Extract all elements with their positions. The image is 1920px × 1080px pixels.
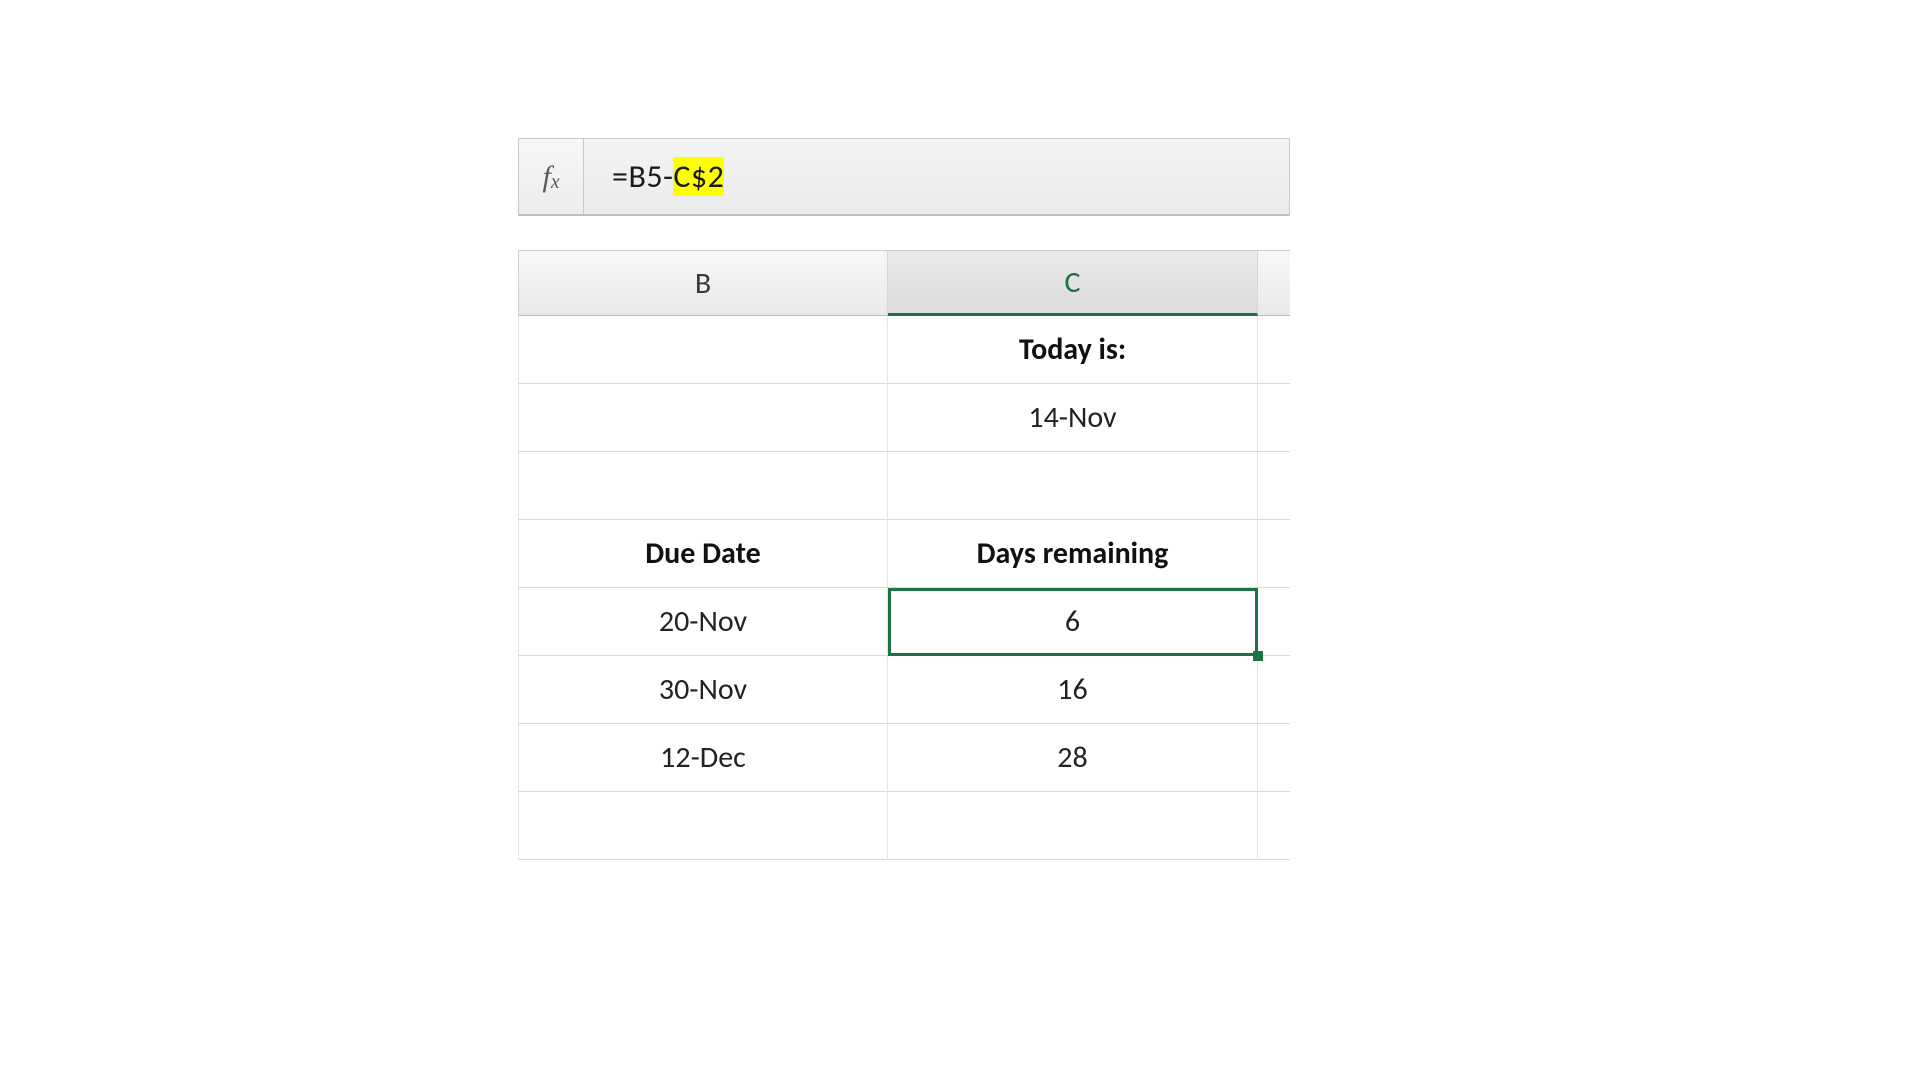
cell-B6[interactable]: 30-Nov xyxy=(518,656,888,724)
formula-prefix: =B5- xyxy=(612,157,673,196)
cell-C8[interactable] xyxy=(888,792,1258,860)
cell-B3[interactable] xyxy=(518,452,888,520)
cell-stub-7 xyxy=(1258,724,1290,792)
fill-handle[interactable] xyxy=(1253,651,1263,661)
cell-B4[interactable]: Due Date xyxy=(518,520,888,588)
cell-C1[interactable]: Today is: xyxy=(888,316,1258,384)
cell-C4-value: Days remaining xyxy=(977,535,1169,572)
cell-B5-value: 20-Nov xyxy=(659,603,747,640)
cell-B7[interactable]: 12-Dec xyxy=(518,724,888,792)
cell-C7[interactable]: 28 xyxy=(888,724,1258,792)
cell-C1-value: Today is: xyxy=(1019,331,1126,368)
cell-C5-value: 6 xyxy=(1065,603,1080,640)
cell-B4-value: Due Date xyxy=(645,535,760,572)
column-header-C-label: C xyxy=(1065,264,1081,301)
fx-label-main: f xyxy=(543,160,551,194)
cell-C6-value: 16 xyxy=(1057,671,1087,708)
cell-stub-2 xyxy=(1258,384,1290,452)
cell-C2-value: 14-Nov xyxy=(1028,399,1116,436)
column-header-row: B C xyxy=(518,250,1290,316)
spreadsheet-fragment: fx =B5-C$2 B C Today is: 14-Nov Due Date… xyxy=(518,138,1290,860)
grid: Today is: 14-Nov Due Date Days remaining… xyxy=(518,316,1290,860)
cell-C5[interactable]: 6 xyxy=(888,588,1258,656)
column-header-B[interactable]: B xyxy=(518,250,888,316)
fx-icon[interactable]: fx xyxy=(519,139,584,214)
cell-stub-4 xyxy=(1258,520,1290,588)
cell-C7-value: 28 xyxy=(1057,739,1087,776)
cell-stub-1 xyxy=(1258,316,1290,384)
formula-highlight: C$2 xyxy=(673,157,724,196)
cell-stub-5 xyxy=(1258,588,1290,656)
column-header-B-label: B xyxy=(695,265,711,302)
formula-bar: fx =B5-C$2 xyxy=(518,138,1290,216)
cell-B7-value: 12-Dec xyxy=(660,739,746,776)
cell-B1[interactable] xyxy=(518,316,888,384)
cell-B8[interactable] xyxy=(518,792,888,860)
cell-C3[interactable] xyxy=(888,452,1258,520)
cell-stub-8 xyxy=(1258,792,1290,860)
formula-input[interactable]: =B5-C$2 xyxy=(584,139,1289,214)
cell-B6-value: 30-Nov xyxy=(659,671,747,708)
cell-C4[interactable]: Days remaining xyxy=(888,520,1258,588)
cell-B5[interactable]: 20-Nov xyxy=(518,588,888,656)
cell-C2[interactable]: 14-Nov xyxy=(888,384,1258,452)
column-header-C[interactable]: C xyxy=(888,250,1258,316)
cell-B2[interactable] xyxy=(518,384,888,452)
cell-stub-3 xyxy=(1258,452,1290,520)
column-header-stub xyxy=(1258,250,1290,316)
fx-label-sub: x xyxy=(551,172,560,194)
cell-C6[interactable]: 16 xyxy=(888,656,1258,724)
cell-stub-6 xyxy=(1258,656,1290,724)
spacer xyxy=(518,216,1290,250)
